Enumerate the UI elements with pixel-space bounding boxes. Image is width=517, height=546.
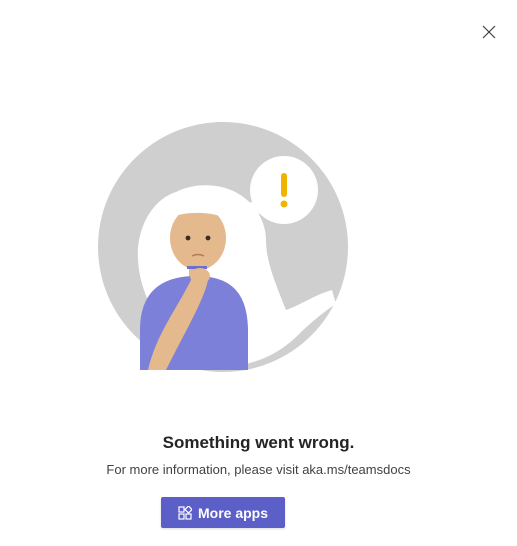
face xyxy=(170,206,226,270)
exclamation-bar xyxy=(281,173,287,197)
apps-icon xyxy=(178,505,192,520)
error-title: Something went wrong. xyxy=(162,433,355,452)
left-eye xyxy=(185,235,191,241)
exclamation-dot xyxy=(280,200,288,208)
confused-woman-illustration xyxy=(98,122,348,372)
more-apps-button[interactable]: More apps xyxy=(161,497,285,528)
thought-dot-small xyxy=(237,212,245,220)
close-icon xyxy=(482,25,496,39)
more-apps-label: More apps xyxy=(197,504,268,521)
error-message: For more information, please visit aka.m… xyxy=(106,462,411,477)
hand xyxy=(190,268,210,284)
close-button[interactable] xyxy=(479,22,499,42)
right-eye xyxy=(205,235,211,241)
